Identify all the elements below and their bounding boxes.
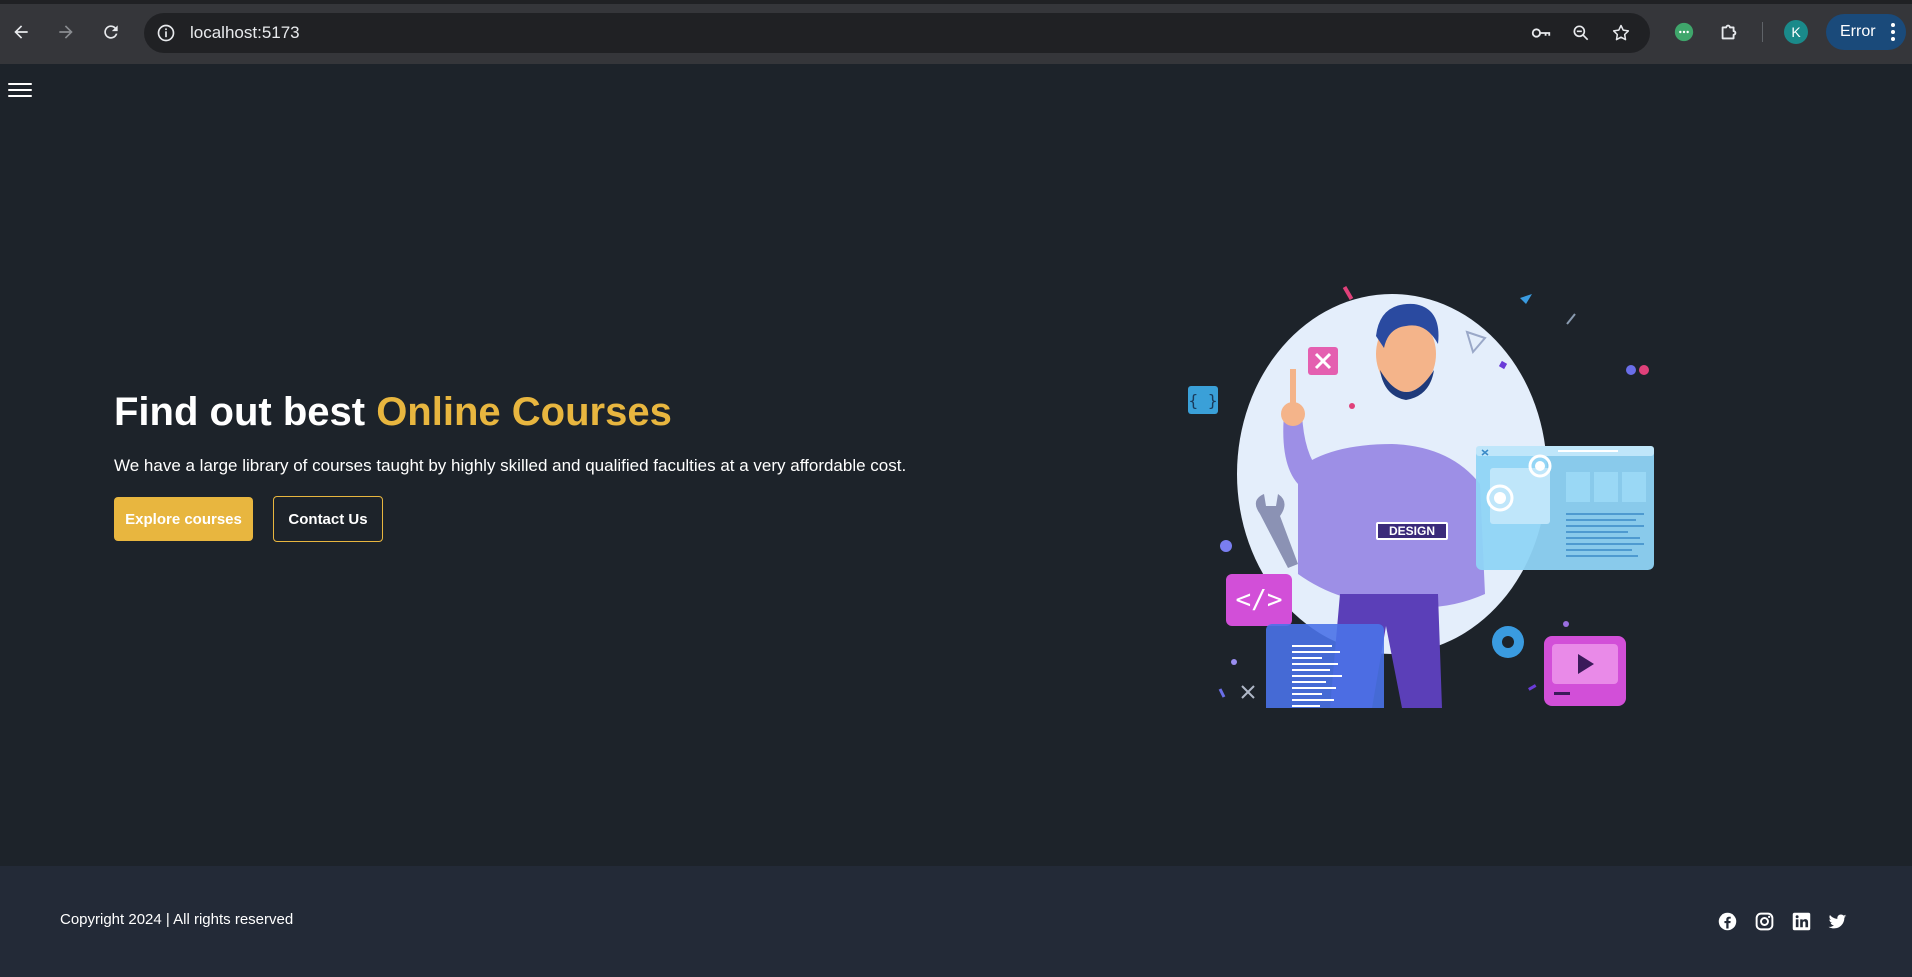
hamburger-menu-icon[interactable]	[8, 78, 32, 102]
facebook-icon[interactable]	[1716, 910, 1738, 932]
hero-title-plain: Find out best	[114, 390, 377, 434]
forward-button[interactable]	[51, 17, 81, 47]
chat-extension-icon[interactable]	[1672, 20, 1696, 44]
hero-title: Find out best Online Courses	[114, 390, 672, 435]
browser-toolbar: localhost:5173 K Error	[0, 0, 1912, 64]
toolbar-divider	[1762, 22, 1763, 42]
bookmark-star-icon[interactable]	[1610, 22, 1632, 44]
hero-title-accent: Online Courses	[376, 390, 672, 434]
svg-text:{ }: { }	[1189, 391, 1218, 410]
explore-courses-button[interactable]: Explore courses	[114, 497, 253, 541]
reload-icon	[104, 25, 118, 39]
error-button[interactable]: Error	[1826, 14, 1906, 50]
back-arrow-icon	[14, 25, 28, 39]
more-menu-icon[interactable]	[1890, 22, 1896, 42]
hero-illustration: { } DESIGN </>	[1188, 285, 1654, 708]
profile-avatar[interactable]: K	[1784, 20, 1808, 44]
document-panel	[1266, 624, 1384, 708]
url-text[interactable]: localhost:5173	[190, 23, 300, 43]
illustration-badge: DESIGN	[1389, 524, 1435, 538]
hero-subtitle: We have a large library of courses taugh…	[114, 456, 907, 475]
copyright-text: Copyright 2024 | All rights reserved	[60, 911, 294, 928]
twitter-icon[interactable]	[1826, 910, 1848, 932]
page-content: Find out best Online Courses We have a l…	[0, 64, 1912, 866]
instagram-icon[interactable]	[1753, 910, 1775, 932]
back-button[interactable]	[6, 17, 36, 47]
footer: Copyright 2024 | All rights reserved	[0, 866, 1912, 977]
tab-strip	[0, 0, 1912, 4]
site-info-icon[interactable]	[154, 21, 178, 45]
svg-text:</>: </>	[1236, 585, 1283, 615]
error-label: Error	[1840, 23, 1876, 40]
forward-arrow-icon	[59, 25, 73, 39]
password-key-icon[interactable]	[1530, 22, 1552, 44]
linkedin-icon[interactable]	[1790, 910, 1812, 932]
reload-button[interactable]	[96, 17, 126, 47]
extensions-puzzle-icon[interactable]	[1717, 20, 1741, 44]
contact-us-button[interactable]: Contact Us	[273, 496, 383, 542]
address-bar[interactable]: localhost:5173	[144, 13, 1650, 53]
zoom-icon[interactable]	[1570, 22, 1592, 44]
